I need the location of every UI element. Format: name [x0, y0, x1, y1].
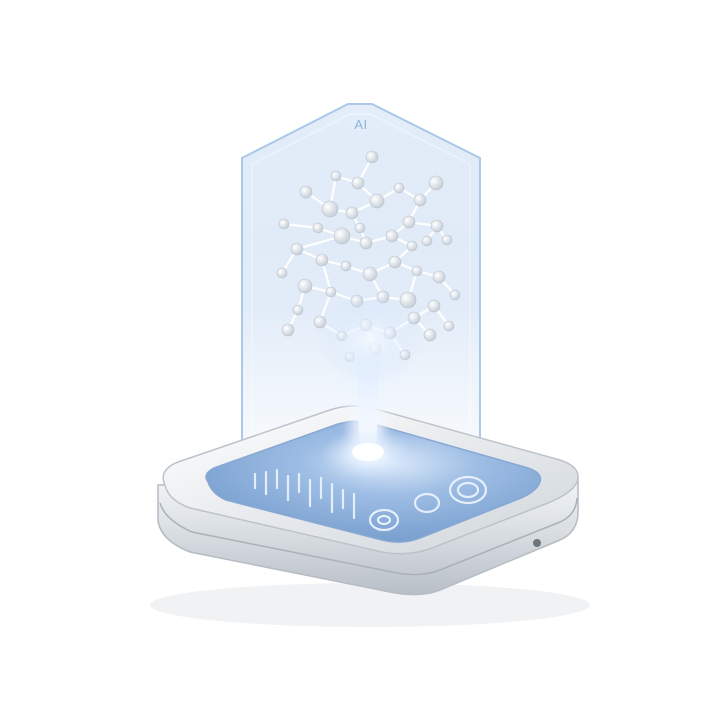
molecule-atom [365, 150, 379, 164]
molecule-atom [340, 260, 352, 272]
molecule-atom [443, 320, 455, 332]
molecule-atom [321, 200, 339, 218]
molecule-atom [369, 193, 385, 209]
molecule-atom [299, 185, 313, 199]
molecule-atom [276, 267, 288, 279]
port-icon [533, 539, 541, 547]
molecule-atom [325, 286, 337, 298]
molecule-atom [402, 215, 416, 229]
molecule-atom [297, 278, 313, 294]
molecule-atom [441, 234, 453, 246]
molecule-atom [411, 265, 423, 277]
molecule-atom [413, 193, 427, 207]
molecule-atom [449, 289, 461, 301]
molecule-atom [281, 323, 295, 337]
molecule-atom [428, 175, 444, 191]
molecule-atom [427, 299, 441, 313]
molecule-atom [362, 266, 378, 282]
molecule-atom [430, 219, 444, 233]
molecule-atom [345, 206, 359, 220]
molecule-atom [359, 236, 373, 250]
molecule-atom [385, 229, 399, 243]
molecule-atom [315, 253, 329, 267]
molecule-atom [406, 240, 418, 252]
scene: AI [0, 0, 714, 714]
molecule-atom [290, 242, 304, 256]
molecule-atom [354, 222, 366, 234]
molecule-atom [421, 235, 433, 247]
illustration [150, 103, 590, 627]
molecule-atom [351, 176, 365, 190]
molecule-atom [388, 255, 402, 269]
molecule-atom [312, 222, 324, 234]
hologram-label: AI [354, 117, 368, 132]
molecule-atom [292, 304, 304, 316]
molecule-atom [432, 270, 446, 284]
molecule-atom [333, 227, 351, 245]
molecule-atom [330, 170, 342, 182]
molecule-atom [278, 218, 290, 230]
molecule-atom [393, 182, 405, 194]
molecule-atom [423, 328, 437, 342]
